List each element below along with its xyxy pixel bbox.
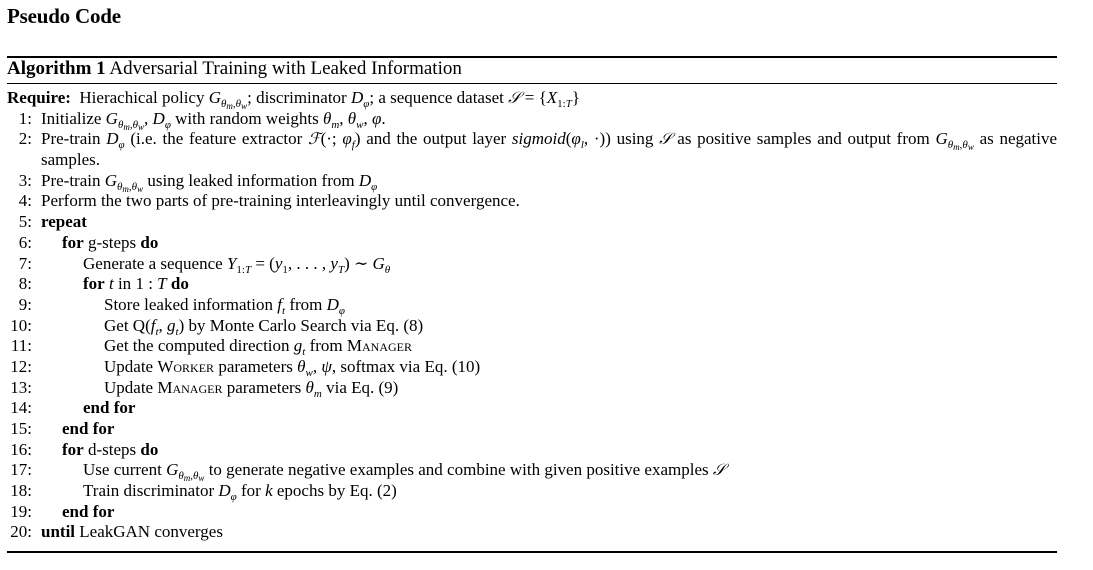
line-number: 9: bbox=[18, 294, 32, 314]
algorithm-line: 13: Update Manager parameters θm via Eq. … bbox=[7, 377, 1057, 400]
algorithm-line: 16: for d-steps do bbox=[7, 440, 1057, 461]
line-number: 15: bbox=[10, 419, 32, 439]
page-title: Pseudo Code bbox=[7, 4, 121, 28]
algorithm-line: 5: repeat bbox=[7, 212, 1057, 233]
line-number: 5: bbox=[18, 212, 32, 232]
line-number: 7: bbox=[18, 253, 32, 273]
algorithm-line: 2: Pre-train Dφ (i.e. the feature extract… bbox=[7, 129, 1057, 170]
line-number: 16: bbox=[10, 439, 32, 459]
algorithm-line: 11: Get the computed direction gt from Ma… bbox=[7, 336, 1057, 358]
bottom-rule bbox=[7, 551, 1057, 553]
algorithm-line: 4: Perform the two parts of pre-training … bbox=[7, 191, 1057, 212]
line-number: 4: bbox=[18, 191, 32, 211]
algorithm-line: 19: end for bbox=[7, 502, 1057, 523]
line-number: 20: bbox=[10, 522, 32, 542]
algorithm-line: 3: Pre-train Gθm,θw using leaked informat… bbox=[7, 170, 1057, 194]
algorithm-line: 18: Train discriminator Dφ for k epochs b… bbox=[7, 481, 1057, 503]
line-number: 2: bbox=[18, 129, 32, 149]
algorithm-line: 12: Update Worker parameters θw, ψ, softm… bbox=[7, 356, 1057, 379]
algorithm-caption: Algorithm 1 Adversarial Training with Le… bbox=[7, 58, 462, 80]
algorithm-line: 7: Generate a sequence Y1:T = (y1, . . . … bbox=[7, 253, 1057, 276]
line-number: 10: bbox=[10, 315, 32, 335]
algorithm-line: 9: Store leaked information ft from Dφ bbox=[7, 294, 1057, 317]
line-number: 8: bbox=[18, 274, 32, 294]
line-number: 14: bbox=[10, 398, 32, 418]
line-number: 17: bbox=[10, 460, 32, 480]
require-line: Require: Hierachical policy Gθm,θw; disc… bbox=[7, 88, 580, 111]
line-number: 6: bbox=[18, 232, 32, 252]
algorithm-line: 14: end for bbox=[7, 398, 1057, 419]
algorithm-title: Adversarial Training with Leaked Informa… bbox=[109, 58, 462, 79]
line-number: 3: bbox=[18, 170, 32, 190]
algorithm-line: 17: Use current Gθm,θw to generate negati… bbox=[7, 460, 1057, 483]
line-number: 11: bbox=[10, 336, 32, 356]
line-number: 1: bbox=[18, 108, 32, 128]
caption-rule bbox=[7, 83, 1057, 84]
algorithm-line: 6: for g-steps do bbox=[7, 233, 1057, 254]
require-keyword: Require: bbox=[7, 88, 71, 107]
algorithm-line: 10: Get Q(ft, gt) by Monte Carlo Search v… bbox=[7, 315, 1057, 338]
line-number: 19: bbox=[10, 501, 32, 521]
line-number: 12: bbox=[10, 356, 32, 376]
algorithm-label: Algorithm 1 bbox=[7, 58, 106, 79]
algorithm-line: 8: for t in 1 : T do bbox=[7, 274, 1057, 295]
line-number: 13: bbox=[10, 377, 32, 397]
algorithm-line: 1: Initialize Gθm,θw, Dφ with random weig… bbox=[7, 108, 1057, 132]
algorithm-line: 15: end for bbox=[7, 419, 1057, 440]
line-number: 18: bbox=[10, 481, 32, 501]
algorithm-body: Require: Hierachical policy Gθm,θw; disc… bbox=[7, 88, 1057, 543]
algorithm-line: 20: until LeakGAN converges bbox=[7, 522, 1057, 543]
